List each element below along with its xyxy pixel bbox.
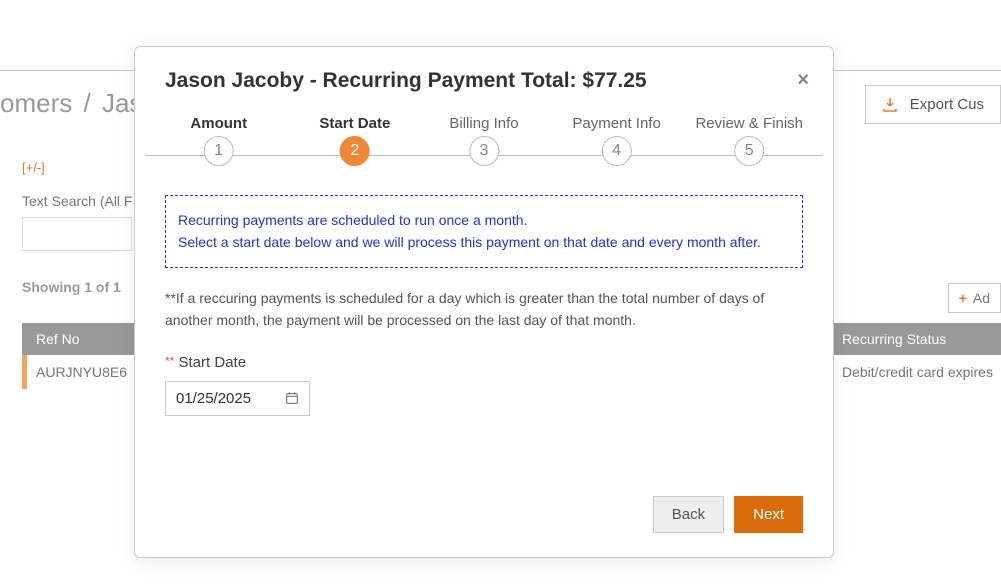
start-date-input[interactable]: 01/25/2025 [165,381,310,416]
calendar-icon [285,391,299,405]
text-search-input[interactable] [22,217,132,251]
step-label: Payment Info [572,115,660,132]
modal-title: Jason Jacoby - Recurring Payment Total: … [165,69,803,93]
step-review-finish[interactable]: Review & Finish 5 [695,115,803,166]
col-header-recurring-status[interactable]: Recurring Status [842,331,1001,347]
recurring-payment-modal: Jason Jacoby - Recurring Payment Total: … [134,46,834,558]
export-button-label: Export Cus [910,96,984,113]
info-message-box: Recurring payments are scheduled to run … [165,195,803,268]
info-line: Recurring payments are scheduled to run … [178,210,790,232]
download-icon [882,97,898,113]
step-start-date[interactable]: Start Date 2 [319,115,390,166]
wizard-stepper: Amount 1 Start Date 2 Billing Info 3 Pay… [135,115,833,171]
step-payment-info[interactable]: Payment Info 4 [572,115,660,166]
required-marker: ** [165,354,174,368]
breadcrumb-part[interactable]: omers [0,88,72,118]
modal-footer: Back Next [165,496,803,533]
step-number: 3 [469,136,499,166]
step-label: Billing Info [449,115,518,132]
step-label: Amount [190,115,247,132]
text-search-label: Text Search (All F [22,193,142,209]
step-number: 2 [340,136,370,166]
info-line: Select a start date below and we will pr… [178,232,790,254]
step-label: Review & Finish [695,115,803,132]
add-button-label: Ad [973,290,990,306]
export-customers-button[interactable]: Export Cus [865,85,1001,124]
breadcrumb-separator: / [79,88,94,118]
back-button[interactable]: Back [653,496,724,533]
start-date-label: Start Date [174,354,246,371]
step-number: 4 [602,136,632,166]
plus-icon: + [959,290,967,306]
start-date-field: ** Start Date 01/25/2025 [165,354,803,416]
next-button[interactable]: Next [734,496,803,533]
filter-panel: [+/-] Text Search (All F Showing 1 of 1 [22,160,142,295]
expand-collapse-toggle[interactable]: [+/-] [22,160,142,175]
step-label: Start Date [319,115,390,132]
start-date-value: 01/25/2025 [176,390,251,407]
cell-recurring-status: Debit/credit card expires [842,364,1001,380]
step-billing-info[interactable]: Billing Info 3 [449,115,518,166]
results-count: Showing 1 of 1 [22,279,142,295]
footnote: **If a reccuring payments is scheduled f… [165,288,803,331]
add-button[interactable]: + Ad [948,283,1001,313]
step-number: 1 [204,136,234,166]
close-icon[interactable]: × [797,69,809,92]
step-amount[interactable]: Amount 1 [190,115,247,166]
step-number: 5 [734,136,764,166]
